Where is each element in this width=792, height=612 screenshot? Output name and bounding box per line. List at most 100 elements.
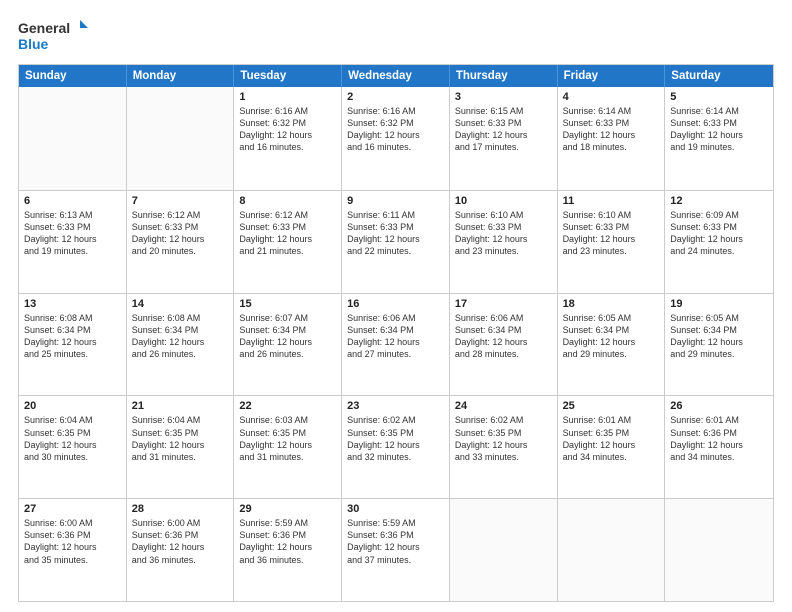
cell-info-line: Daylight: 12 hours — [132, 336, 229, 348]
day-header-friday: Friday — [558, 65, 666, 87]
calendar-cell-15: 15Sunrise: 6:07 AMSunset: 6:34 PMDayligh… — [234, 294, 342, 396]
cell-info-line: Sunset: 6:36 PM — [132, 529, 229, 541]
cell-info-line: Sunrise: 6:12 AM — [239, 209, 336, 221]
cell-info-line: Sunrise: 6:16 AM — [347, 105, 444, 117]
cell-info-line: Daylight: 12 hours — [132, 233, 229, 245]
cell-info-line: and 21 minutes. — [239, 245, 336, 257]
cell-info-line: Sunset: 6:36 PM — [239, 529, 336, 541]
calendar-row-4: 27Sunrise: 6:00 AMSunset: 6:36 PMDayligh… — [19, 498, 773, 601]
day-number: 18 — [563, 298, 660, 310]
cell-info-line: Sunset: 6:35 PM — [563, 427, 660, 439]
cell-info-line: Sunrise: 5:59 AM — [347, 517, 444, 529]
cell-info-line: Sunset: 6:33 PM — [455, 117, 552, 129]
day-number: 2 — [347, 91, 444, 103]
day-header-thursday: Thursday — [450, 65, 558, 87]
day-number: 26 — [670, 400, 768, 412]
calendar-cell-13: 13Sunrise: 6:08 AMSunset: 6:34 PMDayligh… — [19, 294, 127, 396]
cell-info-line: Sunrise: 5:59 AM — [239, 517, 336, 529]
svg-text:Blue: Blue — [18, 36, 49, 52]
calendar-cell-1: 1Sunrise: 6:16 AMSunset: 6:32 PMDaylight… — [234, 87, 342, 190]
cell-info-line: and 32 minutes. — [347, 451, 444, 463]
cell-info-line: Daylight: 12 hours — [455, 336, 552, 348]
cell-info-line: Daylight: 12 hours — [24, 541, 121, 553]
day-number: 10 — [455, 195, 552, 207]
cell-info-line: Daylight: 12 hours — [24, 233, 121, 245]
cell-info-line: and 19 minutes. — [24, 245, 121, 257]
calendar-cell-9: 9Sunrise: 6:11 AMSunset: 6:33 PMDaylight… — [342, 191, 450, 293]
cell-info-line: and 19 minutes. — [670, 141, 768, 153]
calendar-cell-25: 25Sunrise: 6:01 AMSunset: 6:35 PMDayligh… — [558, 396, 666, 498]
day-number: 17 — [455, 298, 552, 310]
cell-info-line: Sunrise: 6:02 AM — [347, 414, 444, 426]
day-number: 4 — [563, 91, 660, 103]
calendar: SundayMondayTuesdayWednesdayThursdayFrid… — [18, 64, 774, 602]
cell-info-line: Sunset: 6:36 PM — [347, 529, 444, 541]
day-number: 14 — [132, 298, 229, 310]
cell-info-line: Sunset: 6:35 PM — [24, 427, 121, 439]
day-header-monday: Monday — [127, 65, 235, 87]
calendar-cell-16: 16Sunrise: 6:06 AMSunset: 6:34 PMDayligh… — [342, 294, 450, 396]
day-number: 11 — [563, 195, 660, 207]
cell-info-line: Sunrise: 6:00 AM — [132, 517, 229, 529]
cell-info-line: and 31 minutes. — [239, 451, 336, 463]
day-number: 19 — [670, 298, 768, 310]
cell-info-line: Sunrise: 6:03 AM — [239, 414, 336, 426]
day-number: 9 — [347, 195, 444, 207]
cell-info-line: Daylight: 12 hours — [455, 129, 552, 141]
cell-info-line: Sunrise: 6:01 AM — [563, 414, 660, 426]
cell-info-line: and 24 minutes. — [670, 245, 768, 257]
calendar-cell-5: 5Sunrise: 6:14 AMSunset: 6:33 PMDaylight… — [665, 87, 773, 190]
cell-info-line: Daylight: 12 hours — [563, 233, 660, 245]
calendar-cell-empty — [665, 499, 773, 601]
cell-info-line: Sunrise: 6:05 AM — [563, 312, 660, 324]
calendar-cell-4: 4Sunrise: 6:14 AMSunset: 6:33 PMDaylight… — [558, 87, 666, 190]
calendar-cell-empty — [450, 499, 558, 601]
calendar-header: SundayMondayTuesdayWednesdayThursdayFrid… — [19, 65, 773, 87]
cell-info-line: and 30 minutes. — [24, 451, 121, 463]
cell-info-line: Sunrise: 6:11 AM — [347, 209, 444, 221]
cell-info-line: Sunset: 6:33 PM — [670, 221, 768, 233]
cell-info-line: and 29 minutes. — [563, 348, 660, 360]
cell-info-line: and 16 minutes. — [239, 141, 336, 153]
day-number: 3 — [455, 91, 552, 103]
cell-info-line: Sunset: 6:33 PM — [455, 221, 552, 233]
calendar-cell-6: 6Sunrise: 6:13 AMSunset: 6:33 PMDaylight… — [19, 191, 127, 293]
day-number: 13 — [24, 298, 121, 310]
cell-info-line: Sunrise: 6:07 AM — [239, 312, 336, 324]
day-number: 5 — [670, 91, 768, 103]
cell-info-line: Sunrise: 6:01 AM — [670, 414, 768, 426]
cell-info-line: Daylight: 12 hours — [132, 541, 229, 553]
page-header: General Blue — [18, 18, 774, 54]
day-number: 1 — [239, 91, 336, 103]
cell-info-line: Sunrise: 6:04 AM — [24, 414, 121, 426]
cell-info-line: and 35 minutes. — [24, 554, 121, 566]
cell-info-line: Sunset: 6:33 PM — [132, 221, 229, 233]
day-number: 20 — [24, 400, 121, 412]
cell-info-line: Daylight: 12 hours — [670, 129, 768, 141]
calendar-page: General Blue SundayMondayTuesdayWednesda… — [0, 0, 792, 612]
cell-info-line: Daylight: 12 hours — [670, 336, 768, 348]
calendar-cell-27: 27Sunrise: 6:00 AMSunset: 6:36 PMDayligh… — [19, 499, 127, 601]
cell-info-line: Sunrise: 6:10 AM — [455, 209, 552, 221]
logo-svg: General Blue — [18, 18, 88, 54]
logo: General Blue — [18, 18, 88, 54]
day-number: 15 — [239, 298, 336, 310]
calendar-row-0: 1Sunrise: 6:16 AMSunset: 6:32 PMDaylight… — [19, 87, 773, 190]
cell-info-line: Sunset: 6:35 PM — [132, 427, 229, 439]
cell-info-line: Daylight: 12 hours — [24, 439, 121, 451]
day-number: 7 — [132, 195, 229, 207]
day-number: 6 — [24, 195, 121, 207]
calendar-cell-19: 19Sunrise: 6:05 AMSunset: 6:34 PMDayligh… — [665, 294, 773, 396]
calendar-cell-14: 14Sunrise: 6:08 AMSunset: 6:34 PMDayligh… — [127, 294, 235, 396]
cell-info-line: Sunrise: 6:02 AM — [455, 414, 552, 426]
cell-info-line: Daylight: 12 hours — [670, 439, 768, 451]
cell-info-line: Sunset: 6:33 PM — [670, 117, 768, 129]
calendar-cell-29: 29Sunrise: 5:59 AMSunset: 6:36 PMDayligh… — [234, 499, 342, 601]
day-number: 16 — [347, 298, 444, 310]
calendar-cell-17: 17Sunrise: 6:06 AMSunset: 6:34 PMDayligh… — [450, 294, 558, 396]
cell-info-line: and 36 minutes. — [239, 554, 336, 566]
cell-info-line: Daylight: 12 hours — [563, 439, 660, 451]
cell-info-line: and 17 minutes. — [455, 141, 552, 153]
cell-info-line: Sunset: 6:34 PM — [347, 324, 444, 336]
cell-info-line: Sunrise: 6:10 AM — [563, 209, 660, 221]
